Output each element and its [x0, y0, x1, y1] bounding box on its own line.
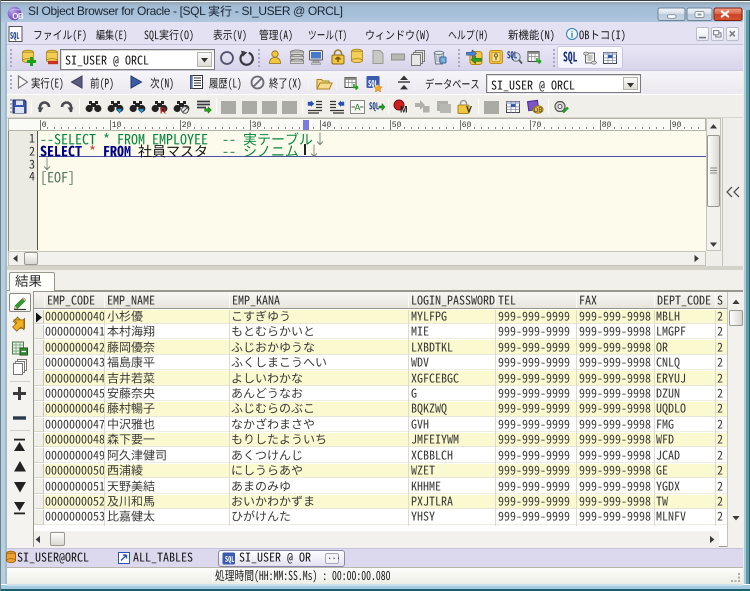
svg-text:OB: OB	[534, 108, 543, 114]
svg-text:A: A	[354, 103, 360, 113]
svg-text:V: V	[466, 105, 472, 115]
svg-text:M: M	[400, 105, 408, 115]
svg-text:R: R	[160, 106, 166, 116]
svg-text:OB: OB	[12, 12, 24, 21]
